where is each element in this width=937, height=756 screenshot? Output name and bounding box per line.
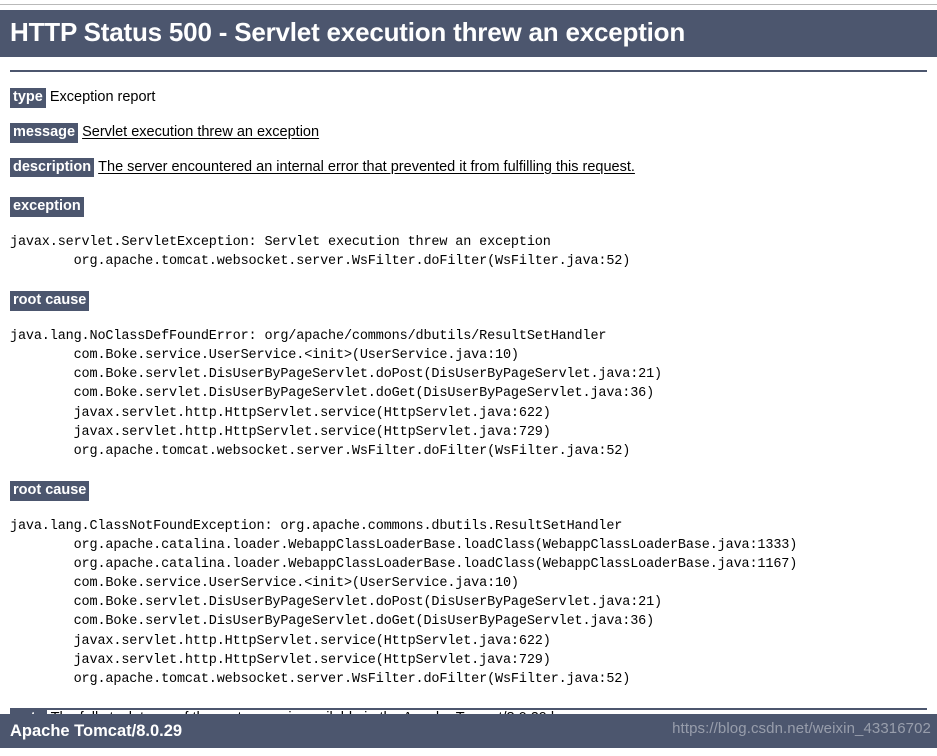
field-root-cause-2: root cause (10, 481, 927, 501)
watermark-text: https://blog.csdn.net/weixin_43316702 (672, 720, 931, 737)
field-exception: exception (10, 197, 927, 217)
server-version: Apache Tomcat/8.0.29 (10, 722, 183, 740)
message-value: Servlet execution threw an exception (82, 123, 320, 140)
error-content: type Exception report message Servlet exec… (0, 88, 937, 729)
exception-stack-trace: javax.servlet.ServletException: Servlet … (10, 234, 631, 270)
footer-bar: Apache Tomcat/8.0.29 https://blog.csdn.n… (0, 714, 937, 748)
field-description: description The server encountered an int… (10, 157, 927, 178)
page-title: HTTP Status 500 - Servlet execution thre… (0, 10, 937, 58)
top-divider (0, 4, 937, 5)
exception-label: exception (10, 197, 84, 217)
description-label: description (10, 157, 95, 178)
root-cause-label: root cause (10, 481, 90, 501)
error-page: HTTP Status 500 - Servlet execution thre… (0, 4, 937, 756)
footer-divider (10, 708, 927, 710)
root-cause-label: root cause (10, 291, 90, 311)
field-message: message Servlet execution threw an except… (10, 122, 927, 143)
type-label: type (10, 88, 46, 108)
type-value: Exception report (49, 89, 156, 106)
description-value: The server encountered an internal error… (98, 158, 635, 175)
field-root-cause-1: root cause (10, 291, 927, 311)
root-cause-1-stack-trace: java.lang.NoClassDefFoundError: org/apac… (10, 328, 663, 459)
header-divider (10, 70, 927, 73)
root-cause-2-stack-trace: java.lang.ClassNotFoundException: org.ap… (10, 518, 798, 687)
field-type: type Exception report (10, 88, 927, 108)
message-label: message (10, 122, 79, 143)
